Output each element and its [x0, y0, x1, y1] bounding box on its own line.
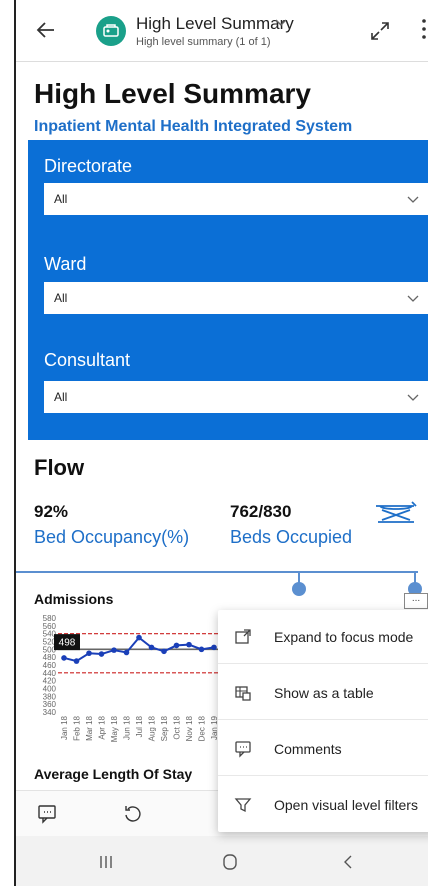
filter-icon: [234, 798, 252, 813]
data-point: [111, 647, 117, 653]
directorate-value: All: [54, 192, 68, 206]
x-tick-label: Apr 18: [98, 715, 107, 739]
menu-item-label: Expand to focus mode: [274, 629, 414, 645]
ward-value: All: [54, 291, 68, 305]
x-tick-label: Sep 18: [160, 715, 169, 741]
report-icon: [96, 16, 126, 46]
report-title[interactable]: High Level Summary: [136, 14, 294, 34]
system-back-icon[interactable]: [338, 852, 358, 872]
menu-item-comments[interactable]: Comments: [218, 722, 428, 776]
focus-mode-icon: [235, 629, 251, 644]
home-icon[interactable]: [220, 852, 240, 872]
x-tick-label: Nov 18: [185, 715, 194, 741]
data-point: [61, 655, 67, 661]
flow-heading: Flow: [34, 455, 85, 480]
ward-label: Ward: [44, 254, 87, 274]
y-tick-label: 340: [43, 708, 57, 717]
page-title: High Level Summary: [34, 78, 311, 109]
beds-occupied-label: Beds Occupied: [230, 527, 353, 547]
admissions-title: Admissions: [34, 591, 114, 607]
data-point: [73, 658, 80, 664]
data-point: [186, 641, 192, 648]
x-tick-label: Feb 18: [73, 715, 82, 740]
system-navigation-bar: [16, 836, 428, 886]
page-subtitle: Inpatient Mental Health Integrated Syste…: [34, 118, 353, 135]
phone-screen: High Level Summary High level summary (1…: [14, 0, 428, 886]
menu-item-show-table[interactable]: Show as a table: [218, 666, 428, 720]
menu-item-visual-filters[interactable]: Open visual level filters: [218, 778, 428, 832]
x-tick-label: May 18: [110, 715, 119, 742]
undo-icon[interactable]: [122, 803, 144, 825]
average-length-of-stay-title: Average Length Of Stay: [34, 766, 193, 782]
beds-occupied-value: 762/830: [230, 502, 292, 521]
x-tick-label: Dec 18: [198, 715, 207, 741]
callout-dot: [292, 582, 306, 596]
directorate-label: Directorate: [44, 156, 133, 176]
data-point: [98, 651, 105, 657]
x-tick-label: Mar 18: [85, 715, 94, 740]
menu-item-label: Show as a table: [274, 685, 374, 701]
x-tick-label: Jun 18: [123, 715, 132, 740]
data-point: [136, 634, 142, 641]
bed-occupancy-value: 92%: [34, 502, 69, 521]
visual-more-options-button[interactable]: ...: [404, 593, 428, 609]
comment-icon: [235, 741, 251, 758]
ward-select[interactable]: All: [44, 282, 428, 314]
data-point: [148, 644, 155, 651]
chevron-down-icon: [407, 295, 419, 302]
recent-apps-icon[interactable]: [96, 852, 116, 872]
data-point: [123, 649, 130, 656]
data-point: [173, 642, 180, 649]
menu-item-label: Comments: [274, 741, 342, 757]
chevron-down-icon: [407, 196, 419, 203]
consultant-select[interactable]: All: [44, 381, 428, 413]
x-tick-label: Aug 18: [148, 715, 157, 741]
bed-occupancy-label: Bed Occupancy(%): [34, 527, 190, 547]
x-tick-label: Oct 18: [173, 715, 182, 739]
chevron-down-icon: [407, 394, 419, 401]
visual-options-menu: Expand to focus mode Show as a table Com…: [218, 610, 428, 832]
x-tick-label: Jul 18: [135, 715, 144, 737]
chevron-down-icon[interactable]: [273, 14, 289, 30]
data-point: [86, 650, 92, 657]
data-point: [211, 644, 217, 651]
x-tick-label: Jan 18: [60, 715, 69, 740]
menu-item-label: Open visual level filters: [274, 797, 418, 813]
back-arrow-icon[interactable]: [34, 18, 58, 42]
data-point: [198, 646, 205, 653]
menu-item-expand-focus[interactable]: Expand to focus mode: [218, 610, 428, 664]
admissions-chart[interactable]: 580560540520500480460440420400380360340J…: [34, 612, 224, 762]
data-point: [161, 648, 167, 655]
expand-icon[interactable]: [369, 20, 391, 42]
filter-panel: Directorate All Ward All Consultant All: [28, 140, 428, 440]
callout-line: [16, 571, 418, 573]
report-subtitle: High level summary (1 of 1): [136, 36, 271, 48]
consultant-label: Consultant: [44, 350, 131, 370]
hospital-bed-icon: [376, 501, 417, 523]
directorate-select[interactable]: All: [44, 183, 428, 215]
comment-icon[interactable]: [36, 803, 58, 825]
app-bar: High Level Summary High level summary (1…: [16, 0, 428, 62]
consultant-value: All: [54, 390, 68, 404]
tooltip-value: 498: [59, 638, 76, 649]
more-options-icon[interactable]: [419, 14, 428, 44]
table-icon: [235, 686, 251, 701]
